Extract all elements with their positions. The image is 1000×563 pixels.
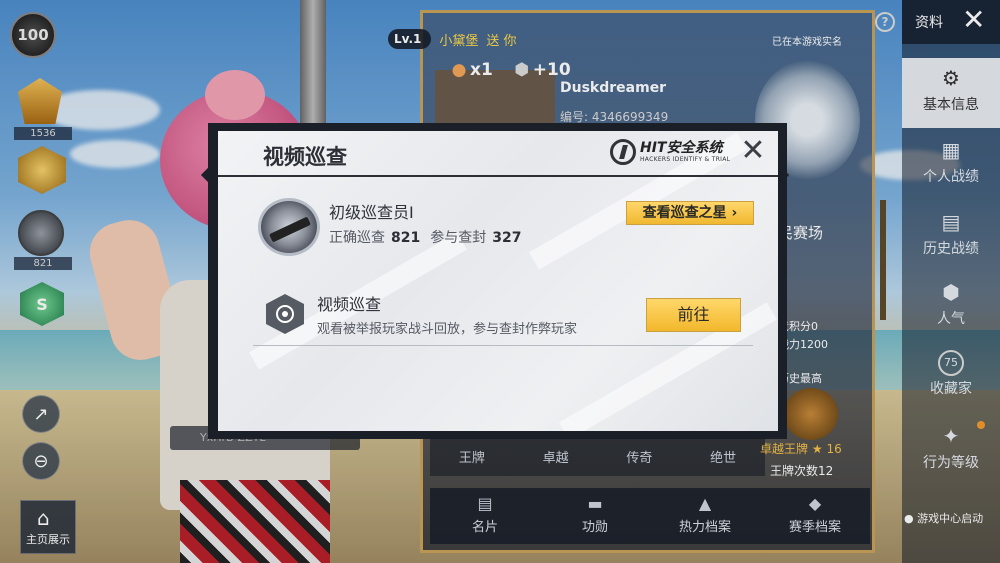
hit-logo-text: HIT安全系统 — [640, 140, 723, 156]
patrol-rank-title: 初级巡查员I — [329, 203, 414, 222]
chevron-right-icon: › — [726, 205, 738, 221]
title-divider — [218, 175, 778, 177]
patrol-rank-icon — [258, 198, 320, 256]
task-title: 视频巡查 — [317, 295, 382, 314]
task-description: 观看被举报玩家战斗回放，参与查封作弊玩家 — [317, 322, 578, 337]
hit-security-logo: HIT安全系统 HACKERS IDENTIFY & TRIAL — [610, 139, 730, 165]
correct-label: 正确巡查 — [329, 230, 385, 246]
task-divider — [253, 345, 753, 346]
dialog-title: 视频巡查 — [263, 145, 347, 169]
patrol-stats: 正确巡查 821 参与查封 327 — [329, 227, 531, 247]
correct-value: 821 — [391, 230, 421, 246]
hit-logo-icon — [610, 139, 636, 165]
ban-label: 参与查封 — [430, 230, 487, 246]
view-patrol-star-label: 查看巡查之星 — [642, 205, 727, 221]
go-button[interactable]: 前往 — [646, 298, 741, 332]
ban-value: 327 — [492, 230, 522, 246]
dialog-close-icon[interactable]: ✕ — [738, 136, 768, 166]
video-patrol-dialog: 视频巡查 HIT安全系统 HACKERS IDENTIFY & TRIAL ✕ … — [218, 131, 778, 431]
hit-logo-subtext: HACKERS IDENTIFY & TRIAL — [640, 156, 731, 163]
view-patrol-star-button[interactable]: 查看巡查之星 › — [626, 201, 754, 225]
